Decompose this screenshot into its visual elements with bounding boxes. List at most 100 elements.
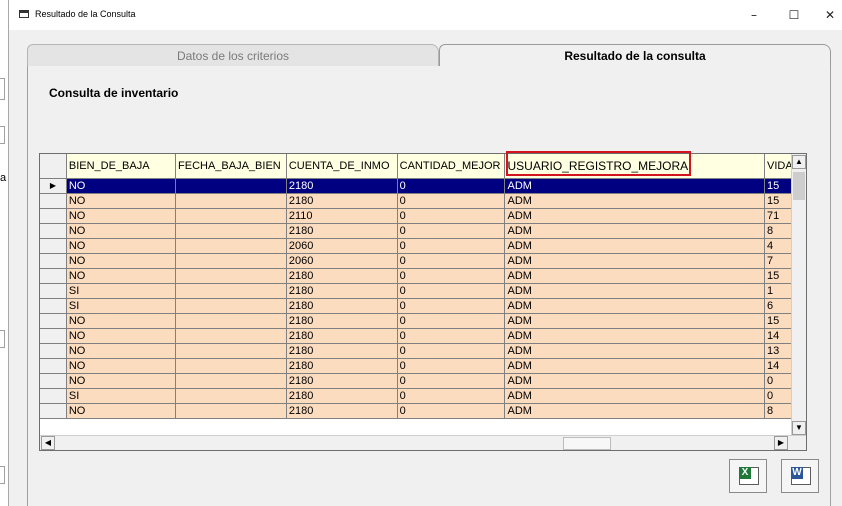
table-cell[interactable]: ADM	[504, 328, 766, 344]
table-row[interactable]: NO 2060 0 ADM 4	[40, 238, 806, 254]
table-cell[interactable]: ADM	[504, 208, 766, 224]
row-indicator[interactable]	[40, 328, 67, 344]
table-row[interactable]: SI 2180 0 ADM 6	[40, 298, 806, 314]
table-cell[interactable]: ADM	[504, 358, 766, 374]
vertical-scrollbar[interactable]: ▲ ▼	[791, 154, 806, 436]
table-cell[interactable]	[175, 283, 287, 299]
table-cell[interactable]: ADM	[504, 238, 766, 254]
table-cell[interactable]	[175, 178, 287, 194]
table-cell[interactable]: 0	[397, 178, 506, 194]
scroll-left-button[interactable]: ◀	[41, 436, 55, 450]
table-cell[interactable]: 0	[397, 343, 506, 359]
table-cell[interactable]: 0	[397, 403, 506, 419]
table-row[interactable]: NO 2180 0 ADM 8	[40, 223, 806, 239]
export-excel-button[interactable]: X	[729, 459, 767, 493]
table-cell[interactable]: ADM	[504, 178, 766, 194]
row-indicator[interactable]	[40, 223, 67, 239]
table-cell[interactable]	[175, 358, 287, 374]
export-word-button[interactable]: W	[781, 459, 819, 493]
table-cell[interactable]	[175, 298, 287, 314]
table-cell[interactable]	[175, 253, 287, 269]
table-cell[interactable]: NO	[66, 373, 177, 389]
table-row[interactable]: NO 2180 0 ADM 14	[40, 328, 806, 344]
table-cell[interactable]: 2180	[286, 373, 398, 389]
table-cell[interactable]: ADM	[504, 313, 766, 329]
table-row[interactable]: SI 2180 0 ADM 0	[40, 388, 806, 404]
table-cell[interactable]: 2180	[286, 193, 398, 209]
table-cell[interactable]: ADM	[504, 298, 766, 314]
table-cell[interactable]	[175, 208, 287, 224]
table-cell[interactable]	[175, 328, 287, 344]
column-header[interactable]: CANTIDAD_MEJOR	[397, 154, 506, 179]
table-cell[interactable]	[175, 373, 287, 389]
table-cell[interactable]: 0	[397, 373, 506, 389]
table-cell[interactable]	[175, 193, 287, 209]
table-cell[interactable]: 2180	[286, 343, 398, 359]
table-cell[interactable]: ADM	[504, 373, 766, 389]
table-cell[interactable]: 0	[397, 328, 506, 344]
table-cell[interactable]	[175, 268, 287, 284]
row-indicator[interactable]	[40, 238, 67, 254]
table-cell[interactable]: 2180	[286, 283, 398, 299]
table-cell[interactable]: 0	[397, 298, 506, 314]
table-cell[interactable]: NO	[66, 358, 177, 374]
row-indicator[interactable]	[40, 193, 67, 209]
table-cell[interactable]: ADM	[504, 403, 766, 419]
scroll-down-button[interactable]: ▼	[792, 421, 806, 435]
table-cell[interactable]: 0	[397, 283, 506, 299]
table-cell[interactable]: 2180	[286, 268, 398, 284]
table-cell[interactable]: 0	[397, 223, 506, 239]
table-cell[interactable]: SI	[66, 298, 177, 314]
table-cell[interactable]: 2110	[286, 208, 398, 224]
table-cell[interactable]: NO	[66, 328, 177, 344]
table-cell[interactable]: NO	[66, 238, 177, 254]
table-cell[interactable]: 2180	[286, 313, 398, 329]
column-header[interactable]: CUENTA_DE_INMO	[286, 154, 398, 179]
table-row[interactable]: NO 2110 0 ADM 71	[40, 208, 806, 224]
table-cell[interactable]	[175, 403, 287, 419]
table-cell[interactable]: ADM	[504, 283, 766, 299]
horizontal-scrollbar[interactable]: ◀ ▶	[40, 435, 806, 450]
table-row[interactable]: NO 2180 0 ADM 15	[40, 193, 806, 209]
row-indicator[interactable]	[40, 208, 67, 224]
table-cell[interactable]: 0	[397, 253, 506, 269]
close-button[interactable]: ✕	[815, 6, 842, 24]
table-row[interactable]: NO 2180 0 ADM 15	[40, 313, 806, 329]
maximize-button[interactable]: ☐	[779, 6, 809, 24]
table-cell[interactable]: 2180	[286, 178, 398, 194]
table-cell[interactable]: 2060	[286, 238, 398, 254]
table-cell[interactable]: NO	[66, 343, 177, 359]
table-cell[interactable]: NO	[66, 253, 177, 269]
table-cell[interactable]: NO	[66, 223, 177, 239]
table-cell[interactable]: NO	[66, 208, 177, 224]
table-row[interactable]: SI 2180 0 ADM 1	[40, 283, 806, 299]
table-cell[interactable]: 2180	[286, 328, 398, 344]
table-cell[interactable]: NO	[66, 193, 177, 209]
row-indicator[interactable]	[40, 403, 67, 419]
table-cell[interactable]: 0	[397, 238, 506, 254]
table-cell[interactable]: 0	[397, 358, 506, 374]
scroll-right-button[interactable]: ▶	[774, 436, 788, 450]
table-row[interactable]: NO 2180 0 ADM 8	[40, 403, 806, 419]
table-cell[interactable]: SI	[66, 388, 177, 404]
row-indicator[interactable]	[40, 253, 67, 269]
row-indicator[interactable]	[40, 298, 67, 314]
table-cell[interactable]: 2180	[286, 388, 398, 404]
table-cell[interactable]: 2180	[286, 223, 398, 239]
table-cell[interactable]: ADM	[504, 388, 766, 404]
table-row[interactable]: NO 2060 0 ADM 7	[40, 253, 806, 269]
row-indicator[interactable]	[40, 373, 67, 389]
table-cell[interactable]: ADM	[504, 343, 766, 359]
table-cell[interactable]	[175, 238, 287, 254]
table-cell[interactable]: 0	[397, 388, 506, 404]
table-cell[interactable]: 0	[397, 193, 506, 209]
table-cell[interactable]: ADM	[504, 253, 766, 269]
minimize-button[interactable]: –	[739, 6, 769, 24]
table-cell[interactable]: 2060	[286, 253, 398, 269]
table-cell[interactable]: 0	[397, 208, 506, 224]
table-row[interactable]: NO 2180 0 ADM 13	[40, 343, 806, 359]
table-cell[interactable]: NO	[66, 313, 177, 329]
table-cell[interactable]: 0	[397, 268, 506, 284]
table-cell[interactable]	[175, 343, 287, 359]
table-cell[interactable]: ADM	[504, 193, 766, 209]
